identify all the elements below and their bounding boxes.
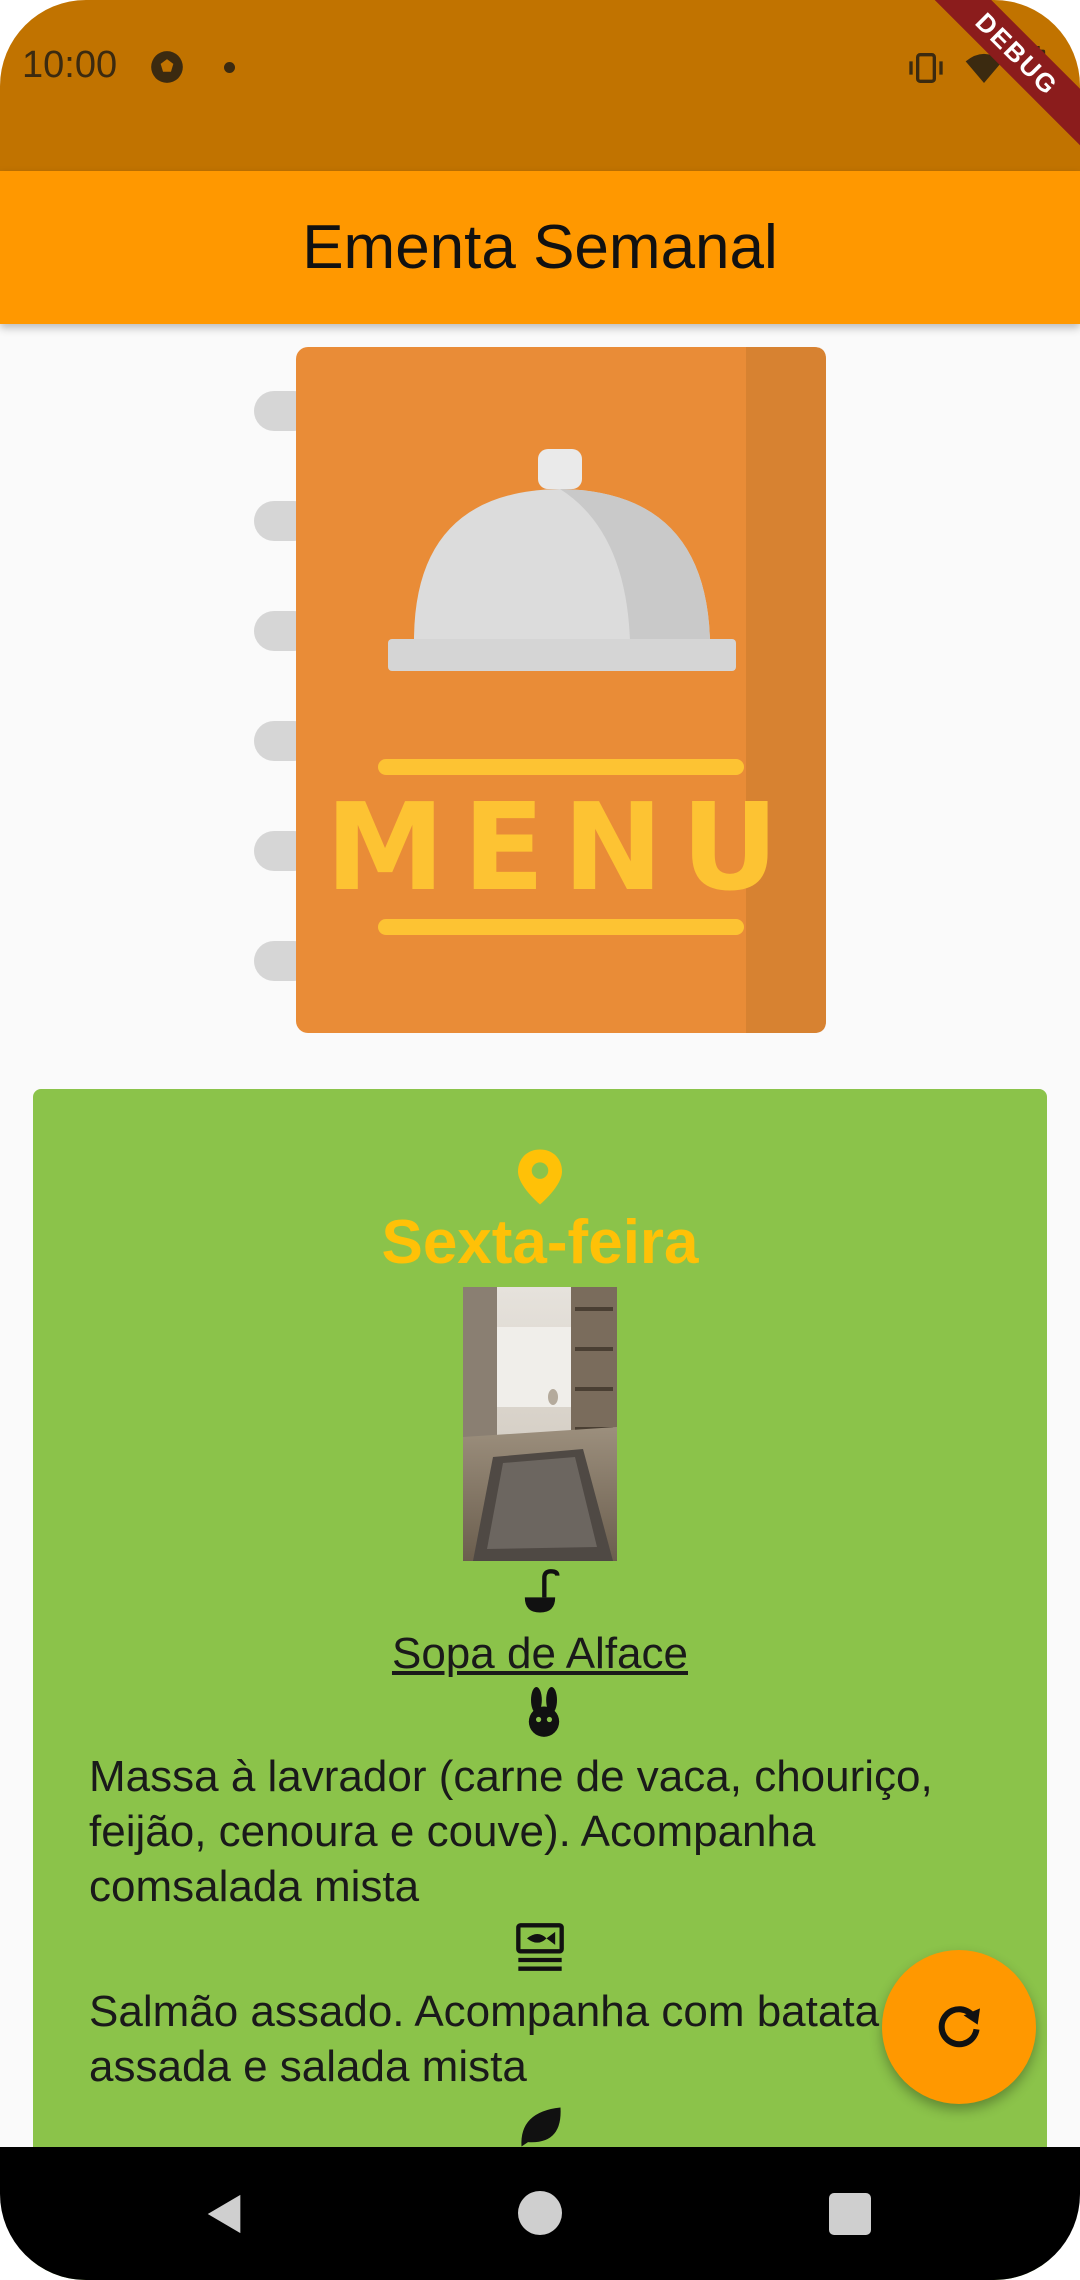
- soup-title[interactable]: Sopa de Alface: [33, 1629, 1047, 1679]
- refresh-icon: [938, 2006, 980, 2048]
- refresh-fab[interactable]: [882, 1950, 1036, 2104]
- menu-word: MENU: [325, 779, 796, 918]
- meat-dish-text: Massa à lavrador (carne de vaca, chouriç…: [89, 1752, 933, 1911]
- fish-icon: [516, 1923, 564, 1971]
- notification-dot-icon: [224, 62, 235, 73]
- app-title: Ementa Semanal: [302, 213, 778, 282]
- system-nav-bar: [0, 2147, 1080, 2280]
- status-bar: 10:00 DEBUG: [0, 0, 1080, 171]
- leaf-icon: [521, 2107, 561, 2147]
- recents-icon[interactable]: [829, 2193, 871, 2235]
- phone-screen: 10:00 DEBUG Ementa Semanal MENU Sexta-fe…: [0, 0, 1080, 2280]
- day-menu-card[interactable]: Sexta-feira Sopa de Alface Massa à lavra…: [33, 1089, 1047, 2280]
- menu-book-illustration: MENU: [254, 347, 826, 1033]
- status-time: 10:00: [22, 44, 118, 86]
- soup-ladle-icon: [524, 1569, 560, 1613]
- soccer-ball-icon: [151, 51, 183, 83]
- fish-dish-text: Salmão assado. Acompanha com batata assa…: [89, 1987, 880, 2091]
- vibrate-icon: [909, 53, 943, 83]
- rabbit-icon: [528, 1687, 560, 1737]
- home-icon[interactable]: [518, 2191, 562, 2235]
- day-title: Sexta-feira: [381, 1208, 699, 1277]
- app-bar: Ementa Semanal: [0, 171, 1080, 324]
- location-pin-icon: [518, 1149, 562, 1205]
- day-photo: [463, 1287, 617, 1561]
- back-icon[interactable]: [202, 2191, 248, 2237]
